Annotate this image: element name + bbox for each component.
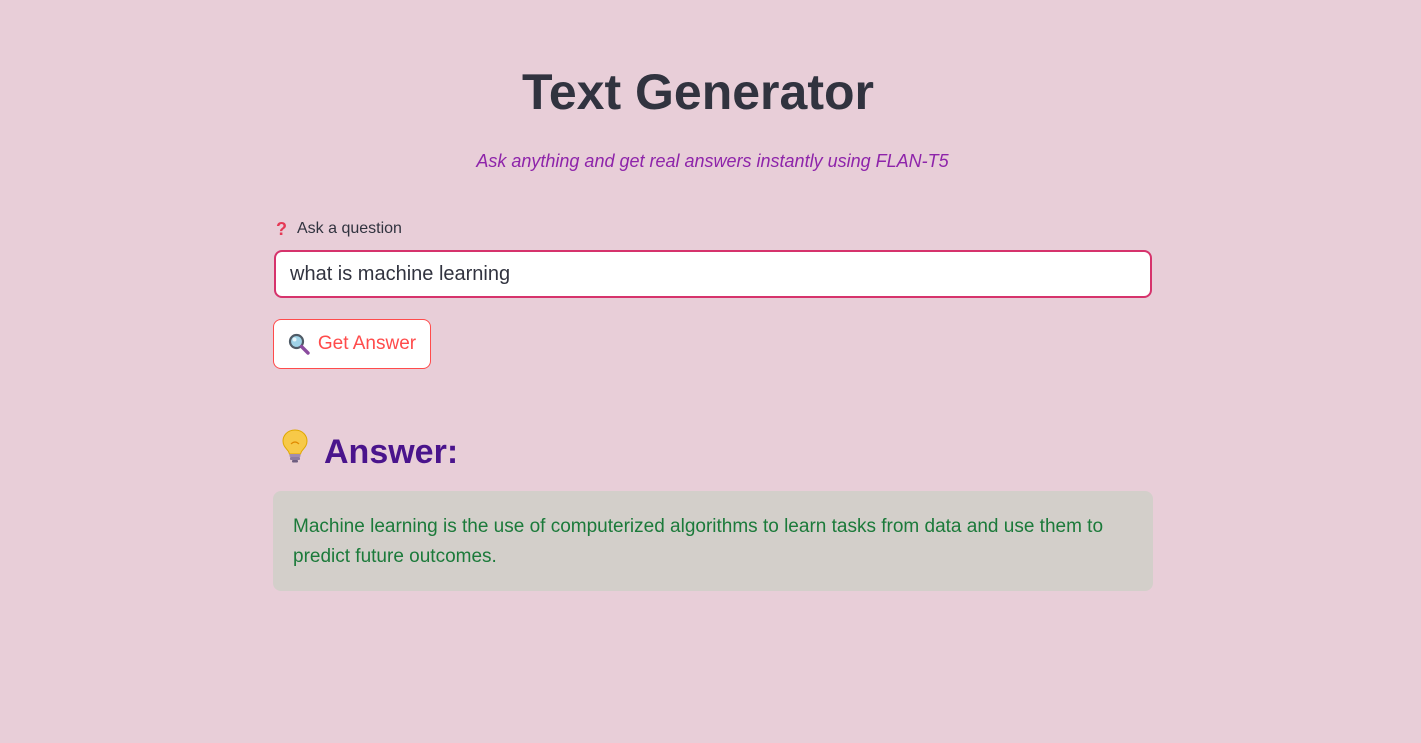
answer-heading: Answer: [280, 428, 458, 475]
answer-text: Machine learning is the use of computeri… [293, 516, 1104, 567]
question-mark-icon: ? [276, 219, 287, 239]
answer-box: Machine learning is the use of computeri… [273, 491, 1153, 591]
page-subtitle: Ask anything and get real answers instan… [476, 151, 949, 171]
question-label: ? Ask a question [276, 218, 402, 240]
lightbulb-icon [280, 428, 310, 475]
get-answer-button[interactable]: Get Answer [273, 319, 431, 369]
magnifier-icon [288, 333, 310, 355]
get-answer-button-label: Get Answer [317, 333, 417, 354]
question-label-text: Ask a question [297, 220, 402, 237]
app-page: Text Generator Ask anything and get real… [0, 0, 1421, 743]
question-input[interactable] [274, 250, 1152, 298]
page-title: Text Generator [522, 64, 874, 120]
answer-heading-text: Answer: [324, 432, 459, 471]
